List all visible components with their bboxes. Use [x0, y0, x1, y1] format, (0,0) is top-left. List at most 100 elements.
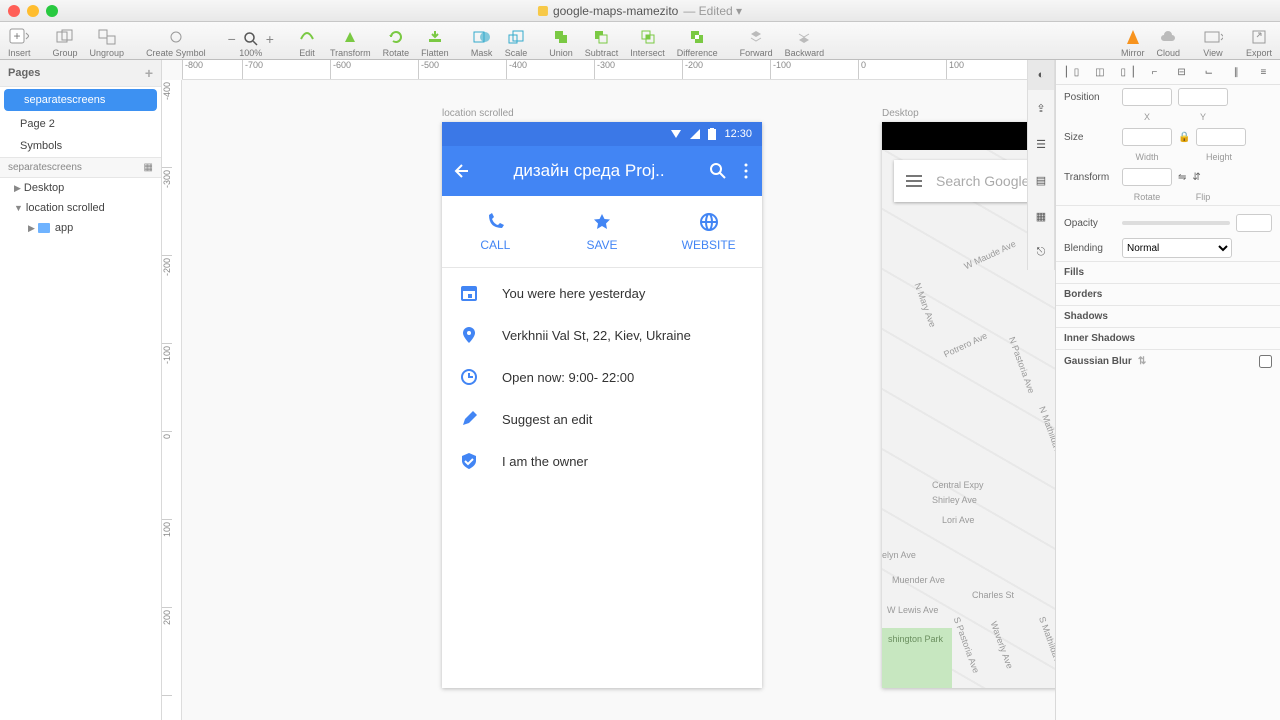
borders-section[interactable]: Borders: [1056, 283, 1280, 305]
hamburger-icon[interactable]: [906, 175, 922, 187]
cloud-button[interactable]: Cloud: [1156, 27, 1180, 58]
shadows-section[interactable]: Shadows: [1056, 305, 1280, 327]
page-item[interactable]: Symbols: [0, 135, 161, 157]
ungroup-button[interactable]: Ungroup: [90, 27, 125, 58]
battery-icon: [708, 128, 716, 140]
link-rail-icon[interactable]: ⎋: [1028, 234, 1054, 270]
scale-button[interactable]: Scale: [505, 27, 528, 58]
document-icon: [538, 6, 548, 16]
align-left-icon[interactable]: ▏▯: [1064, 64, 1082, 80]
rotate-input[interactable]: [1122, 168, 1172, 186]
page-item[interactable]: Page 2: [0, 113, 161, 135]
gaussian-toggle[interactable]: [1259, 355, 1272, 368]
rail-tab-icon[interactable]: ◐: [1028, 60, 1054, 90]
artboard-label[interactable]: Desktop: [882, 108, 919, 119]
difference-button[interactable]: Difference: [677, 27, 718, 58]
list-item[interactable]: You were here yesterday: [442, 272, 762, 314]
grid-rail-icon[interactable]: ▦: [1028, 198, 1054, 234]
fills-section[interactable]: Fills: [1056, 261, 1280, 283]
lock-icon[interactable]: 🔒: [1178, 132, 1190, 143]
flip-h-icon[interactable]: ⇋: [1178, 172, 1186, 183]
zoom-out-icon[interactable]: −: [228, 31, 236, 47]
group-button[interactable]: Group: [53, 27, 78, 58]
more-icon[interactable]: [738, 161, 754, 181]
wifi-icon: [670, 129, 682, 139]
export-rail-icon[interactable]: ⇪: [1028, 90, 1054, 126]
layers-filter-icon[interactable]: ▦: [144, 162, 153, 173]
pin-icon: [460, 326, 478, 344]
layer-row[interactable]: ▶Desktop: [0, 178, 161, 198]
gaussian-section[interactable]: Gaussian Blur⇅: [1056, 349, 1280, 373]
disclosure-right-icon[interactable]: ▶: [14, 183, 21, 194]
add-page-icon[interactable]: +: [145, 65, 153, 81]
list-item[interactable]: I am the owner: [442, 440, 762, 482]
position-x-input[interactable]: [1122, 88, 1172, 106]
intersect-button[interactable]: Intersect: [630, 27, 665, 58]
layer-row[interactable]: ▶app: [0, 218, 161, 238]
close-window-icon[interactable]: [8, 5, 20, 17]
list-item[interactable]: Verkhnii Val St, 22, Kiev, Ukraine: [442, 314, 762, 356]
opacity-input[interactable]: [1236, 214, 1272, 232]
distribute-h-icon[interactable]: ∥: [1227, 64, 1245, 80]
canvas-area[interactable]: -800-700-600-500-400-300-200-1000100 -40…: [162, 60, 1055, 720]
rotate-button[interactable]: Rotate: [383, 27, 410, 58]
position-y-input[interactable]: [1178, 88, 1228, 106]
union-button[interactable]: Union: [549, 27, 573, 58]
inner-shadows-section[interactable]: Inner Shadows: [1056, 327, 1280, 349]
status-bar: 12:30: [442, 122, 762, 146]
view-button[interactable]: View: [1202, 24, 1224, 58]
align-middle-icon[interactable]: ⊟: [1173, 64, 1191, 80]
zoom-in-icon[interactable]: +: [266, 31, 274, 47]
minimize-window-icon[interactable]: [27, 5, 39, 17]
align-bottom-icon[interactable]: ⌙: [1200, 64, 1218, 80]
page-item[interactable]: separatescreens: [4, 89, 157, 111]
search-icon[interactable]: [708, 161, 728, 181]
layout-rail-icon[interactable]: ☰: [1028, 126, 1054, 162]
mask-button[interactable]: Mask: [471, 27, 493, 58]
insert-button[interactable]: + Insert: [8, 24, 31, 58]
artboard-label[interactable]: location scrolled: [442, 108, 514, 119]
backward-button[interactable]: Backward: [785, 27, 825, 58]
edit-button[interactable]: Edit: [296, 27, 318, 58]
zoom-control[interactable]: −+ 100%: [228, 30, 274, 58]
clock-icon: [460, 368, 478, 386]
maximize-window-icon[interactable]: [46, 5, 58, 17]
pages-header: Pages+: [0, 60, 161, 87]
distribute-v-icon[interactable]: ≡: [1254, 64, 1272, 80]
back-icon[interactable]: [450, 161, 470, 181]
blending-select[interactable]: Normal: [1122, 238, 1232, 258]
canvas-side-rail: ◐ ⇪ ☰ ▤ ▦ ⎋: [1027, 60, 1055, 270]
flatten-button[interactable]: Flatten: [421, 27, 449, 58]
width-input[interactable]: [1122, 128, 1172, 146]
create-symbol-button[interactable]: Create Symbol: [146, 24, 206, 58]
align-right-icon[interactable]: ▯▕: [1118, 64, 1136, 80]
forward-button[interactable]: Forward: [740, 27, 773, 58]
disclosure-right-icon[interactable]: ▶: [28, 223, 35, 234]
shield-check-icon: [460, 452, 478, 470]
export-button[interactable]: Export: [1246, 24, 1272, 58]
opacity-slider[interactable]: [1122, 221, 1230, 225]
pencil-icon: [460, 410, 478, 428]
save-button[interactable]: SAVE: [549, 196, 656, 267]
transform-button[interactable]: Transform: [330, 27, 371, 58]
layers-header: separatescreens▦: [0, 157, 161, 178]
call-button[interactable]: CALL: [442, 196, 549, 267]
text-rail-icon[interactable]: ▤: [1028, 162, 1054, 198]
artboard-phone[interactable]: 12:30 дизайн среда Proj.. CALL SAVE WEBS…: [442, 122, 762, 688]
website-button[interactable]: WEBSITE: [655, 196, 762, 267]
details-list: You were here yesterday Verkhnii Val St,…: [442, 268, 762, 486]
mirror-button[interactable]: Mirror: [1121, 27, 1145, 58]
ruler-horizontal: -800-700-600-500-400-300-200-1000100: [182, 60, 1055, 80]
flip-v-icon[interactable]: ⇵: [1192, 172, 1200, 183]
subtract-button[interactable]: Subtract: [585, 27, 619, 58]
height-input[interactable]: [1196, 128, 1246, 146]
align-center-h-icon[interactable]: ◫: [1091, 64, 1109, 80]
layer-row[interactable]: ▼location scrolled: [0, 198, 161, 218]
list-item[interactable]: Open now: 9:00- 22:00: [442, 356, 762, 398]
svg-text:+: +: [14, 29, 21, 43]
align-top-icon[interactable]: ⌐: [1145, 64, 1163, 80]
page-title: дизайн среда Proj..: [480, 161, 698, 181]
disclosure-down-icon[interactable]: ▼: [14, 203, 23, 213]
app-bar: дизайн среда Proj..: [442, 146, 762, 196]
list-item[interactable]: Suggest an edit: [442, 398, 762, 440]
